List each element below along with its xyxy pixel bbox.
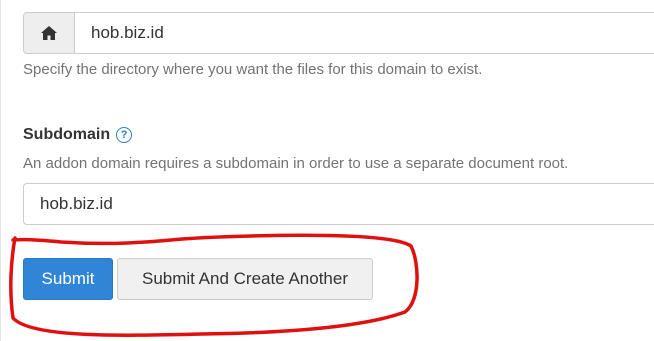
submit-and-create-another-button[interactable]: Submit And Create Another xyxy=(117,258,373,300)
subdomain-help-text: An addon domain requires a subdomain in … xyxy=(23,155,569,172)
submit-button[interactable]: Submit xyxy=(23,258,113,300)
addon-domain-form: hob.biz.id Specify the directory where y… xyxy=(0,0,654,341)
document-root-help-text: Specify the directory where you want the… xyxy=(23,61,483,78)
help-question-icon[interactable]: ? xyxy=(116,127,133,143)
document-root-group: hob.biz.id xyxy=(23,12,654,54)
subdomain-input[interactable]: hob.biz.id xyxy=(23,183,654,225)
subdomain-label-row: Subdomain ? xyxy=(23,126,133,144)
document-root-input[interactable]: hob.biz.id xyxy=(74,12,654,54)
home-icon xyxy=(23,12,74,54)
subdomain-label: Subdomain xyxy=(23,126,111,143)
